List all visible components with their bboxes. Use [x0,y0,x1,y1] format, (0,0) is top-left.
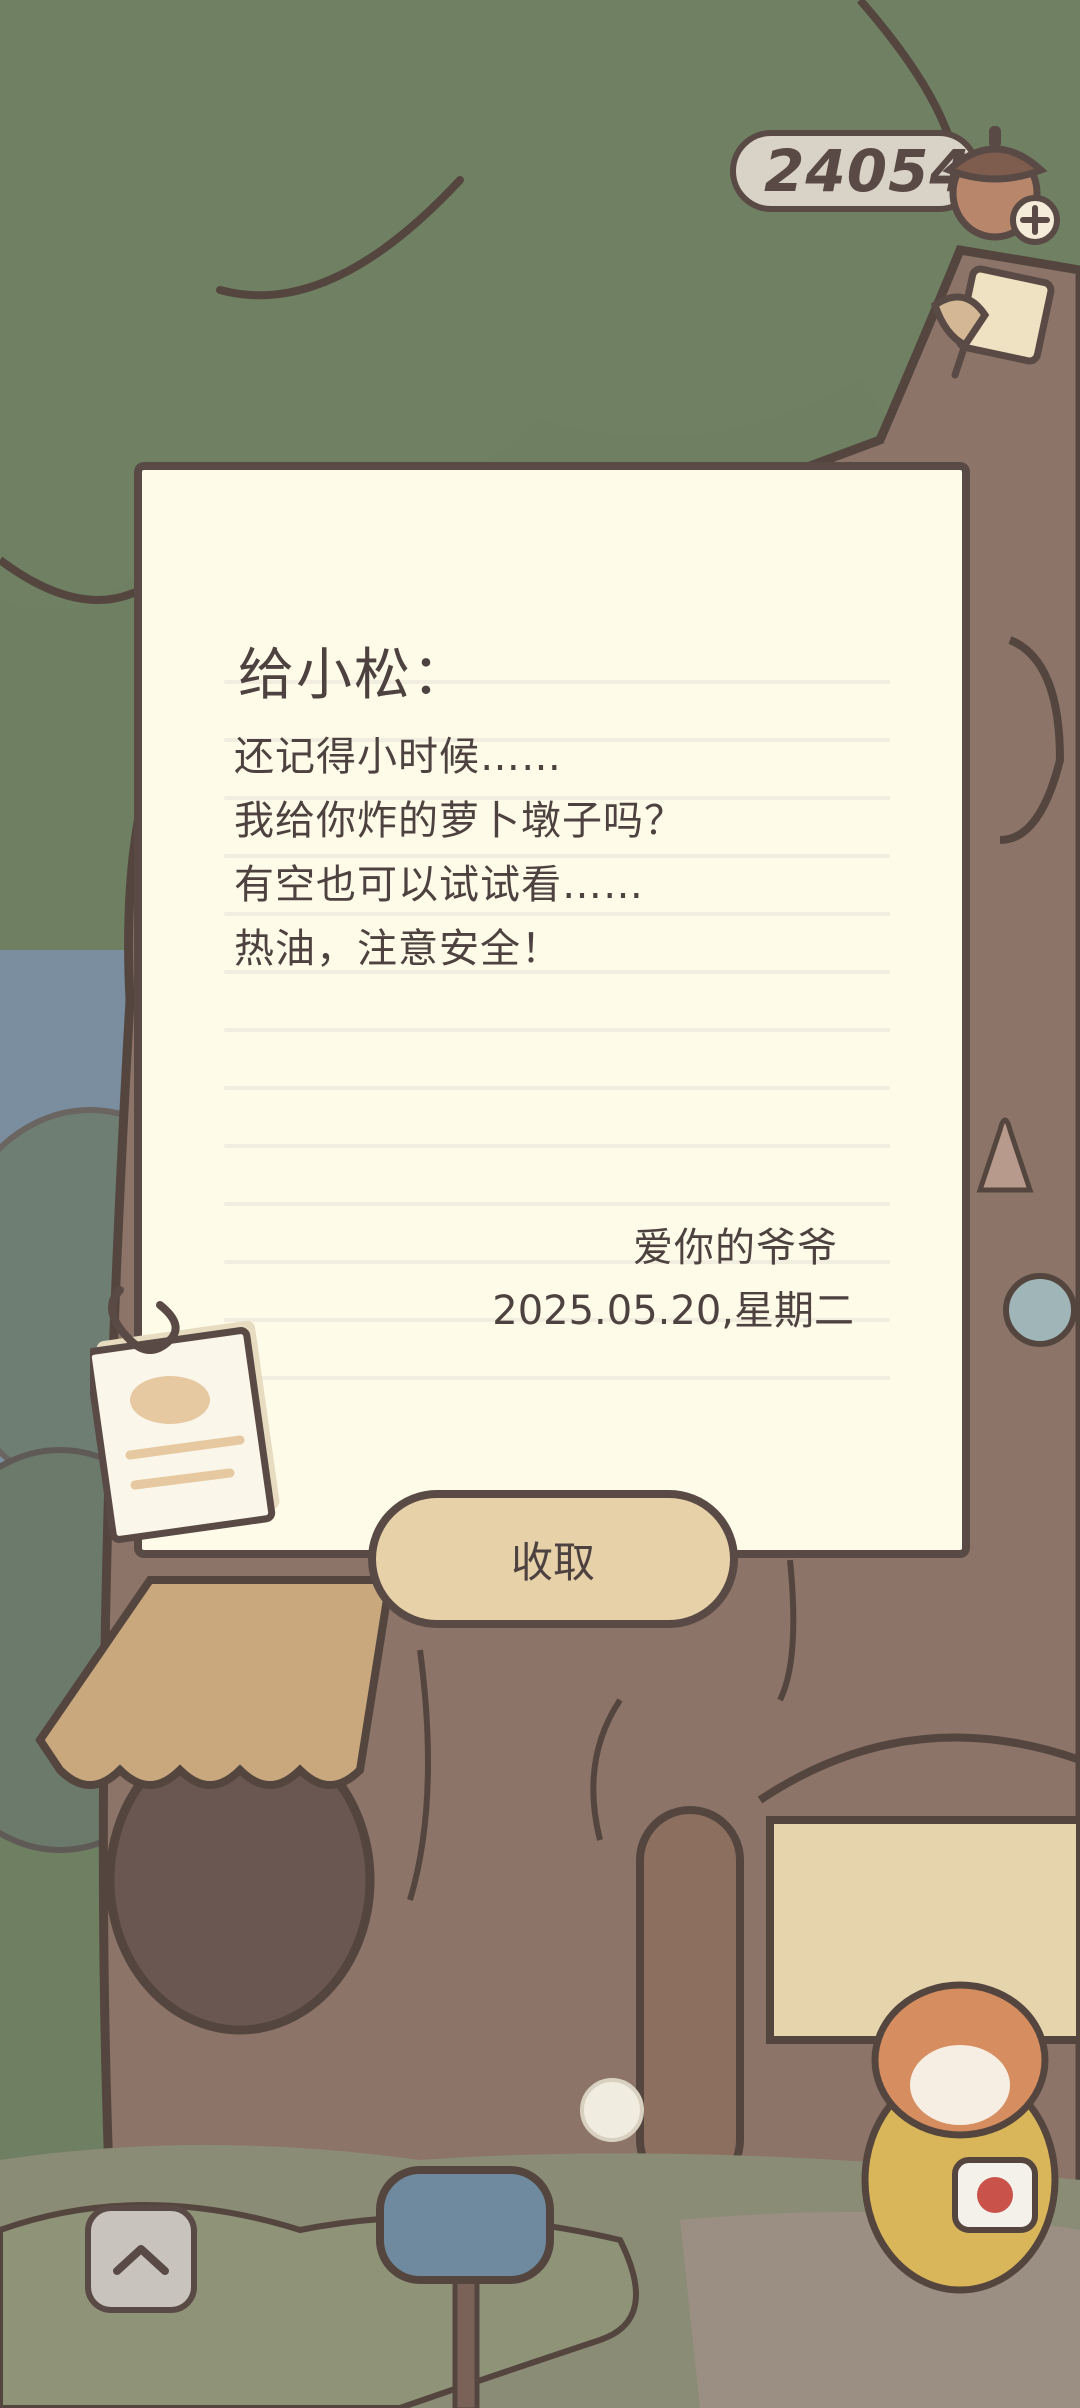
ruled-line [224,1028,890,1032]
expand-menu-button[interactable] [85,2205,197,2313]
plus-icon[interactable] [1010,195,1060,245]
letter-line: 我给你炸的萝卜墩子吗？ [234,798,685,844]
pushpin-note-icon[interactable] [925,265,1055,395]
letter-body: 还记得小时候…… 我给你炸的萝卜墩子吗？ 有空也可以试试看…… 热油，注意安全！ [234,725,685,981]
letter-line: 热油，注意安全！ [234,926,562,972]
letter-line: 还记得小时候…… [234,734,562,780]
letter-signature: 爱你的爷爷 [633,1225,838,1271]
ruled-line [224,1144,890,1148]
chevron-up-icon [113,2245,169,2275]
paperclip-note-icon [90,1286,280,1543]
letter-line: 有空也可以试试看…… [234,862,644,908]
letter-salutation: 给小松： [238,643,470,708]
acorn-icon[interactable] [935,108,1065,248]
letter-date: 2025.05.20,星期二 [492,1288,854,1334]
ruled-line [224,1086,890,1090]
collect-button[interactable]: 收取 [368,1490,738,1628]
ruled-line [224,1202,890,1206]
ruled-line [224,1376,890,1380]
